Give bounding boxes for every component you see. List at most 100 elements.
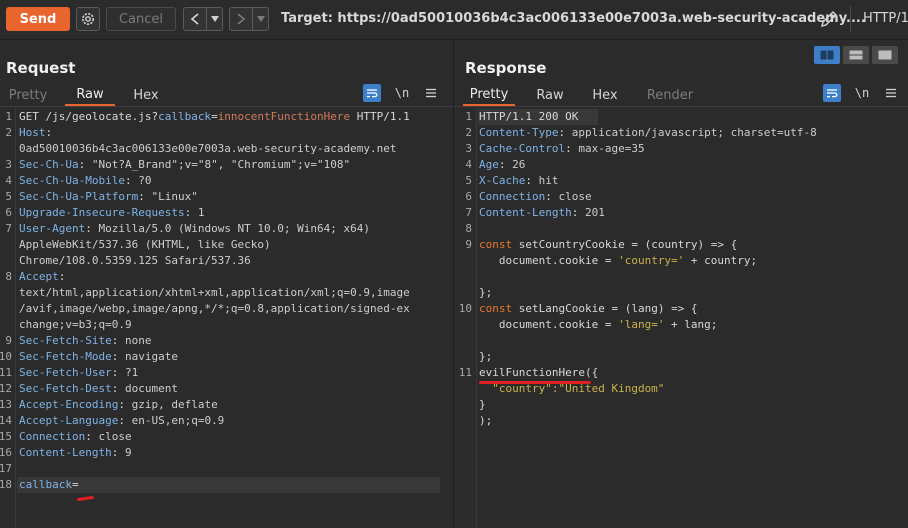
response-line-number bbox=[450, 269, 472, 285]
request-token: User-Agent bbox=[19, 222, 86, 235]
response-line-number bbox=[450, 253, 472, 269]
request-token: "Linux" bbox=[151, 190, 198, 203]
request-title: Request bbox=[6, 59, 76, 77]
request-token: Chrome/108.0.5359.125 Safari/537.36 bbox=[19, 254, 251, 267]
request-line-number: 7 bbox=[5, 222, 12, 235]
response-token: max-age=35 bbox=[578, 142, 645, 155]
request-code-line: Sec-Fetch-Site: none bbox=[19, 333, 151, 349]
request-token: : bbox=[78, 158, 92, 171]
settings-gear-icon[interactable] bbox=[76, 7, 100, 31]
response-code-line: document.cookie = 'country=' + country; bbox=[479, 253, 757, 269]
response-token: 'country=' bbox=[618, 254, 685, 267]
request-token: : bbox=[111, 366, 125, 379]
response-line-number: 2 bbox=[465, 126, 472, 139]
request-token: : bbox=[111, 446, 125, 459]
request-code-line: 0ad50010036b4c3ac006133e00e7003a.web-sec… bbox=[19, 141, 397, 157]
request-token: Sec-Fetch-Mode bbox=[19, 350, 112, 363]
request-menu-icon[interactable] bbox=[422, 84, 440, 102]
request-token: : bbox=[118, 398, 132, 411]
response-tab-hex[interactable]: Hex bbox=[588, 84, 622, 106]
response-tab-raw[interactable]: Raw bbox=[530, 84, 570, 106]
response-gutter-border bbox=[476, 108, 477, 528]
response-wrap-lines-icon[interactable] bbox=[823, 84, 841, 102]
request-token: change;v=b3;q=0.9 bbox=[19, 318, 132, 331]
response-code-line: Age: 26 bbox=[479, 157, 525, 173]
request-token: : bbox=[124, 174, 139, 187]
request-token: Sec-Fetch-Dest bbox=[19, 382, 112, 395]
response-token: ); bbox=[479, 414, 493, 427]
request-token: text/html,application/xhtml+xml,applicat… bbox=[19, 286, 410, 299]
request-line-number: 10 bbox=[0, 350, 12, 363]
request-token: Accept bbox=[19, 270, 59, 283]
request-token: innocentFunctionHere bbox=[217, 110, 351, 123]
request-code-line: callback= bbox=[19, 477, 79, 493]
request-token: 1 bbox=[197, 206, 205, 219]
layout-side-by-side-icon[interactable] bbox=[814, 46, 840, 64]
forward-nav-group bbox=[229, 7, 269, 31]
request-token: Sec-Ch-Ua-Mobile bbox=[19, 174, 125, 187]
request-line-number: 5 bbox=[5, 190, 12, 203]
request-token: GET /js/geolocate.js? bbox=[19, 110, 159, 123]
request-newline-toggle[interactable]: \n bbox=[393, 84, 411, 102]
request-tab-pretty[interactable]: Pretty bbox=[6, 84, 50, 106]
http-version-label[interactable]: HTTP/1 bbox=[863, 11, 908, 26]
back-history-dropdown[interactable] bbox=[206, 8, 222, 30]
response-newline-toggle[interactable]: \n bbox=[853, 84, 871, 102]
response-token: X-Cache bbox=[479, 174, 526, 187]
request-token: : bbox=[111, 382, 125, 395]
request-code-line: GET /js/geolocate.js?callback=innocentFu… bbox=[19, 109, 410, 125]
response-tab-render[interactable]: Render bbox=[644, 84, 696, 106]
annotation-underline-callback bbox=[76, 495, 95, 502]
response-line-number: 3 bbox=[465, 142, 472, 155]
request-token: Content-Length bbox=[19, 446, 112, 459]
request-token: ?0 bbox=[138, 174, 152, 187]
request-line-number bbox=[0, 237, 12, 253]
edit-target-pencil-icon[interactable] bbox=[818, 8, 840, 30]
toolbar: Send Cancel Target: https://0ad50010036b… bbox=[0, 0, 908, 40]
back-nav-group bbox=[183, 7, 223, 31]
request-code-line: Sec-Fetch-Dest: document bbox=[19, 381, 178, 397]
response-code-line: Content-Length: 201 bbox=[479, 205, 605, 221]
request-line-number: 14 bbox=[0, 414, 12, 427]
response-token: Cache-Control bbox=[479, 142, 566, 155]
request-token: : bbox=[111, 334, 125, 347]
request-tab-raw[interactable]: Raw bbox=[65, 84, 115, 106]
response-token: 26 bbox=[512, 158, 526, 171]
request-token: /avif,image/webp,image/apng,*/*;q=0.8,ap… bbox=[19, 302, 410, 315]
response-code-line: }; bbox=[479, 349, 492, 365]
response-title: Response bbox=[465, 59, 547, 77]
response-line-number: 11 bbox=[458, 366, 472, 379]
response-token: : bbox=[558, 126, 572, 139]
request-tab-hex[interactable]: Hex bbox=[129, 84, 163, 106]
request-line-number: 2 bbox=[5, 126, 12, 139]
request-token: 0ad50010036b4c3ac006133e00e7003a.web-sec… bbox=[19, 142, 397, 155]
response-token: Age bbox=[479, 158, 499, 171]
back-button[interactable] bbox=[184, 8, 206, 30]
response-token: + country; bbox=[684, 254, 758, 267]
send-button[interactable]: Send bbox=[6, 7, 70, 31]
cancel-button[interactable]: Cancel bbox=[106, 7, 176, 31]
layout-top-bottom-icon[interactable] bbox=[843, 46, 869, 64]
response-tab-pretty[interactable]: Pretty bbox=[463, 84, 515, 106]
response-code-line: document.cookie = 'lang=' + lang; bbox=[479, 317, 718, 333]
layout-tabs-icon[interactable] bbox=[872, 46, 898, 64]
request-token: Sec-Ch-Ua-Platform bbox=[19, 190, 139, 203]
request-line-number bbox=[0, 253, 12, 269]
request-token: : bbox=[118, 414, 132, 427]
response-line-number bbox=[450, 317, 472, 333]
request-token: : bbox=[111, 350, 125, 363]
response-token: close bbox=[558, 190, 592, 203]
forward-button[interactable] bbox=[230, 8, 252, 30]
response-menu-icon[interactable] bbox=[882, 84, 900, 102]
request-code-line: User-Agent: Mozilla/5.0 (Windows NT 10.0… bbox=[19, 221, 370, 237]
response-line-number bbox=[450, 397, 472, 413]
request-wrap-lines-icon[interactable] bbox=[363, 84, 381, 102]
request-token: : bbox=[138, 190, 152, 203]
request-code-line: Connection: close bbox=[19, 429, 132, 445]
response-token: : bbox=[498, 158, 513, 171]
response-token: Connection bbox=[479, 190, 546, 203]
request-token: : bbox=[58, 270, 66, 283]
response-code-line: }; bbox=[479, 285, 492, 301]
forward-history-dropdown[interactable] bbox=[252, 8, 268, 30]
response-code-line: Content-Type: application/javascript; ch… bbox=[479, 125, 817, 141]
